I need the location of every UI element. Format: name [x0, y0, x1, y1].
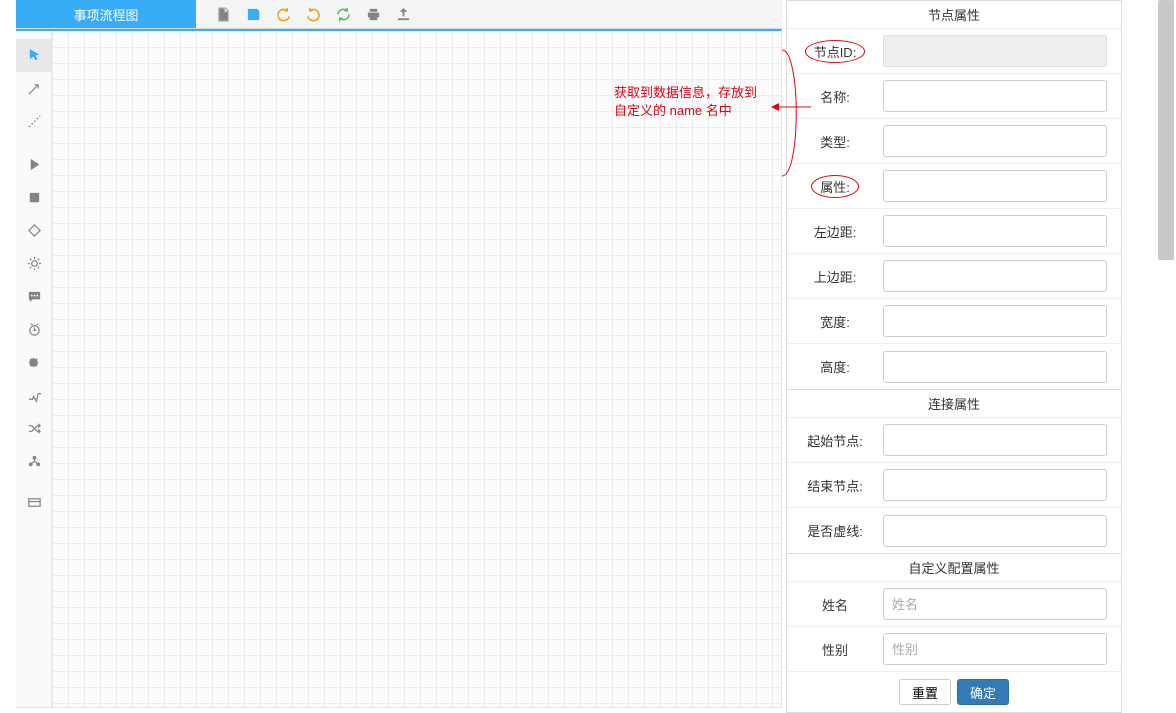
undo-icon[interactable] [268, 0, 298, 29]
input-left[interactable] [883, 215, 1107, 247]
export-icon[interactable] [388, 0, 418, 29]
canvas-grid[interactable]: 获取到数据信息，存放到 自定义的 name 名中 [52, 31, 781, 707]
properties-panel: 节点属性节点ID: 名称: 类型: 属性: 左边距: 上边距: 宽度: 高度: 连接属性起始节点… [782, 0, 1126, 708]
play-tool-icon[interactable] [16, 148, 52, 181]
title-tab: 事项流程图 [16, 0, 196, 28]
print-icon[interactable] [358, 0, 388, 29]
input-dashed[interactable] [883, 515, 1107, 547]
input-nodeId[interactable] [883, 35, 1107, 67]
input-endNode[interactable] [883, 469, 1107, 501]
label-endNode: 结束节点: [787, 476, 883, 495]
input-type[interactable] [883, 125, 1107, 157]
new-icon[interactable] [208, 0, 238, 29]
title-text: 事项流程图 [73, 5, 138, 24]
label-height: 高度: [787, 357, 883, 376]
cursor-tool-icon[interactable] [16, 39, 52, 72]
label-xingming: 姓名 [787, 595, 883, 614]
scrollbar-thumb[interactable] [1158, 0, 1174, 260]
redo-icon[interactable] [298, 0, 328, 29]
label-xingbie: 性别 [787, 640, 883, 659]
chat-tool-icon[interactable] [16, 280, 52, 313]
input-xingming[interactable] [883, 588, 1107, 620]
refresh-icon[interactable] [328, 0, 358, 29]
label-type: 类型: [787, 132, 883, 151]
diamond-tool-icon[interactable] [16, 214, 52, 247]
node-panel-title: 节点属性 [787, 1, 1121, 29]
gear-tool-icon[interactable] [16, 247, 52, 280]
label-dashed: 是否虚线: [787, 521, 883, 540]
reset-button[interactable]: 重置 [899, 679, 951, 705]
tool-palette [16, 31, 52, 707]
input-height[interactable] [883, 351, 1107, 383]
annotation-line1: 获取到数据信息，存放到 [614, 84, 757, 102]
panel-tool-icon[interactable] [16, 486, 52, 519]
label-attr: 属性: [787, 175, 883, 198]
label-top: 上边距: [787, 267, 883, 286]
toolbar: 事项流程图 [16, 0, 782, 29]
clock-tool-icon[interactable] [16, 313, 52, 346]
ok-button[interactable]: 确定 [957, 679, 1009, 705]
label-left: 左边距: [787, 222, 883, 241]
branch-tool-icon[interactable] [16, 379, 52, 412]
label-name: 名称: [787, 87, 883, 106]
label-startNode: 起始节点: [787, 431, 883, 450]
dashed-line-tool-icon[interactable] [16, 105, 52, 138]
label-width: 宽度: [787, 312, 883, 331]
input-startNode[interactable] [883, 424, 1107, 456]
input-name[interactable] [883, 80, 1107, 112]
input-xingbie[interactable] [883, 633, 1107, 665]
arrow-tool-icon[interactable] [16, 72, 52, 105]
input-top[interactable] [883, 260, 1107, 292]
label-nodeId: 节点ID: [787, 40, 883, 63]
puzzle-tool-icon[interactable] [16, 346, 52, 379]
input-width[interactable] [883, 305, 1107, 337]
conn-panel-title: 连接属性 [787, 390, 1121, 418]
random-tool-icon[interactable] [16, 412, 52, 445]
custom-panel-title: 自定义配置属性 [787, 554, 1121, 582]
cluster-tool-icon[interactable] [16, 445, 52, 478]
square-tool-icon[interactable] [16, 181, 52, 214]
save-icon[interactable] [238, 0, 268, 29]
annotation-line2: 自定义的 name 名中 [614, 102, 732, 120]
input-attr[interactable] [883, 170, 1107, 202]
